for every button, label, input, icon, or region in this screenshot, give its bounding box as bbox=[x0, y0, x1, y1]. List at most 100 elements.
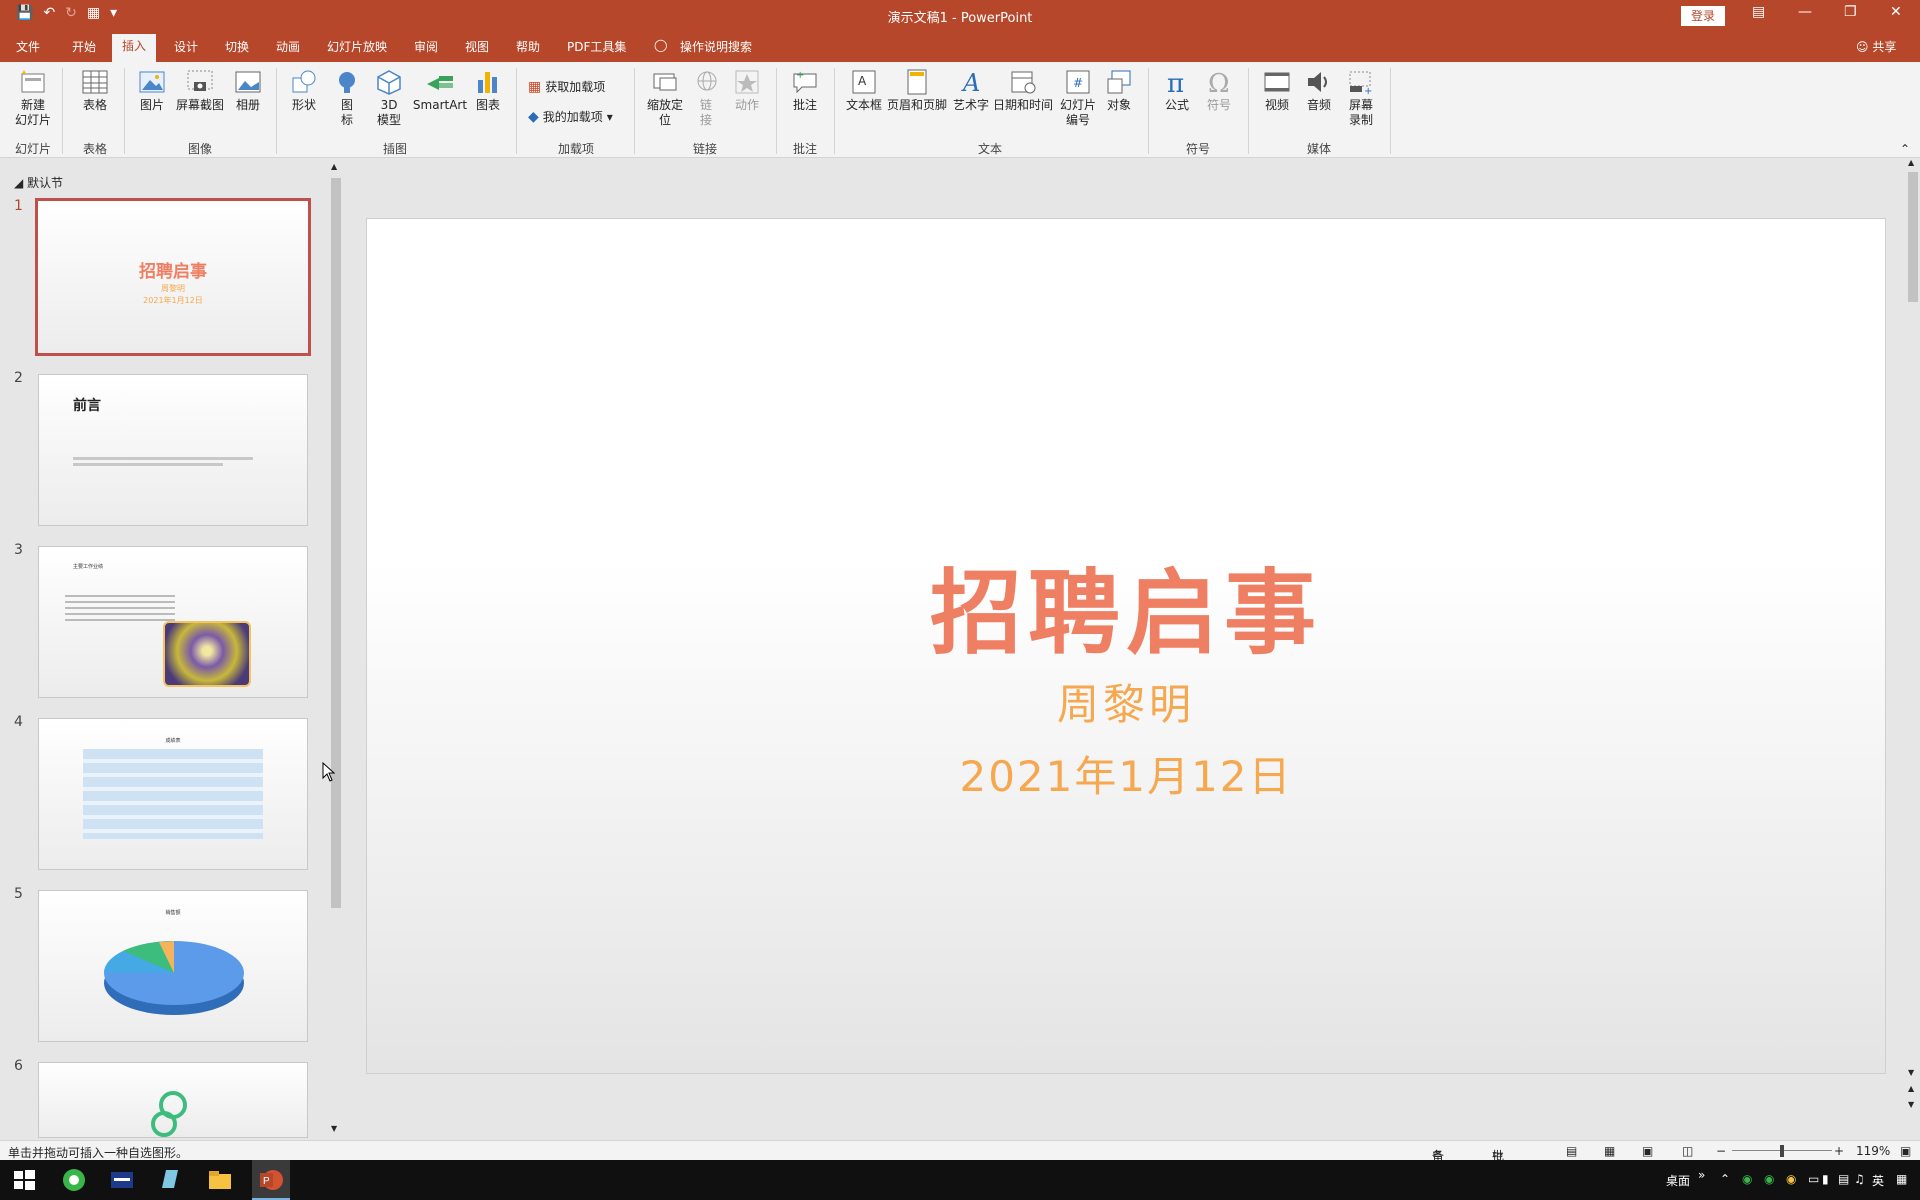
shapes-button[interactable]: 形状 bbox=[286, 68, 322, 113]
slide-thumbnail-5[interactable]: 销售额 bbox=[38, 890, 308, 1042]
fit-slide-icon[interactable]: ▣ bbox=[1900, 1144, 1911, 1158]
slide-thumbnail-4[interactable]: 成绩表 bbox=[38, 718, 308, 870]
equation-button[interactable]: π 公式 bbox=[1160, 68, 1194, 113]
app-icon[interactable] bbox=[108, 1166, 136, 1194]
tray-app-icon[interactable]: ◉ bbox=[1742, 1172, 1752, 1186]
audio-button[interactable]: 音频 bbox=[1302, 68, 1336, 113]
volume-icon[interactable]: ♫ bbox=[1854, 1172, 1865, 1186]
link-button[interactable]: 链 接 bbox=[692, 68, 720, 128]
header-footer-button[interactable]: 页眉和页脚 bbox=[886, 68, 948, 113]
tab-pdf-tools[interactable]: PDF工具集 bbox=[567, 38, 626, 55]
notification-icon[interactable]: ▦ bbox=[1896, 1172, 1907, 1186]
album-button[interactable]: 相册 bbox=[230, 68, 266, 113]
svg-text:+: + bbox=[1364, 86, 1372, 96]
tab-help[interactable]: 帮助 bbox=[516, 38, 540, 55]
action-label: 动作 bbox=[734, 98, 759, 112]
slide-thumbnail-2[interactable]: 前言 bbox=[38, 374, 308, 526]
tray-app-icon[interactable]: ◉ bbox=[1786, 1172, 1796, 1186]
datetime-button[interactable]: 日期和时间 bbox=[992, 68, 1054, 113]
zoom-out-icon[interactable]: − bbox=[1716, 1144, 1726, 1158]
tray-battery-icon[interactable]: ▭ bbox=[1808, 1172, 1819, 1186]
tray-app-icon[interactable]: ◉ bbox=[1764, 1172, 1774, 1186]
object-button[interactable]: 对象 bbox=[1102, 68, 1136, 113]
scrollbar-thumb[interactable] bbox=[1908, 172, 1918, 302]
symbol-button[interactable]: Ω 符号 bbox=[1202, 68, 1236, 113]
tab-slideshow[interactable]: 幻灯片放映 bbox=[327, 38, 387, 55]
chevron-down-icon: ▾ bbox=[606, 109, 613, 124]
video-button[interactable]: 视频 bbox=[1260, 68, 1294, 113]
slide-thumbnail-3[interactable]: 主要工作业绩 bbox=[38, 546, 308, 698]
login-button[interactable]: 登录 bbox=[1681, 6, 1725, 26]
previous-slide-icon[interactable]: ▲ bbox=[1908, 1084, 1914, 1093]
tray-chevron-up-icon[interactable]: ⌃ bbox=[1720, 1172, 1730, 1186]
ime-indicator[interactable]: 英 bbox=[1872, 1172, 1884, 1189]
current-slide[interactable]: 招聘启事 周黎明 2021年1月12日 bbox=[366, 218, 1886, 1074]
notepad-icon[interactable] bbox=[156, 1166, 184, 1194]
slide-date[interactable]: 2021年1月12日 bbox=[367, 743, 1885, 804]
taskbar-active-app[interactable]: P bbox=[252, 1160, 290, 1200]
slide-thumbnail-1[interactable]: 招聘启事 周黎明 2021年1月12日 bbox=[35, 198, 311, 356]
reading-view-icon[interactable]: ▣ bbox=[1642, 1144, 1653, 1158]
tab-view[interactable]: 视图 bbox=[465, 38, 489, 55]
scroll-up-icon[interactable]: ▲ bbox=[1908, 158, 1914, 167]
scroll-down-icon[interactable]: ▼ bbox=[1908, 1068, 1914, 1077]
my-addins-button[interactable]: ◆ 我的加载项 ▾ bbox=[528, 108, 613, 125]
smartart-button[interactable]: SmartArt bbox=[412, 68, 468, 113]
chart-button[interactable]: 图表 bbox=[472, 68, 504, 113]
windows-start-icon[interactable] bbox=[10, 1166, 38, 1194]
slide-sorter-icon[interactable]: ▦ bbox=[1604, 1144, 1615, 1158]
tell-me-search[interactable]: 操作说明搜索 bbox=[680, 38, 752, 55]
tab-design[interactable]: 设计 bbox=[174, 38, 198, 55]
normal-view-icon[interactable]: ▤ bbox=[1566, 1144, 1577, 1158]
zoom-in-icon[interactable]: + bbox=[1834, 1144, 1844, 1158]
desktop-label[interactable]: 桌面 bbox=[1666, 1172, 1690, 1189]
collapse-ribbon-icon[interactable]: ⌃ bbox=[1900, 142, 1910, 156]
get-addins-button[interactable]: ▦ 获取加载项 bbox=[528, 78, 605, 95]
scroll-up-icon[interactable]: ▲ bbox=[331, 162, 337, 171]
share-button[interactable]: ☺ 共享 bbox=[1856, 38, 1896, 55]
group-separator bbox=[124, 68, 125, 154]
network-icon[interactable]: ▤ bbox=[1838, 1172, 1849, 1186]
slideshow-icon[interactable]: ◫ bbox=[1682, 1144, 1693, 1158]
table-button[interactable]: 表格 bbox=[72, 68, 118, 113]
scroll-down-icon[interactable]: ▼ bbox=[331, 1124, 337, 1133]
thumbnail-scrollbar[interactable]: ▲ ▼ bbox=[329, 162, 343, 1137]
toolbar-expand-icon[interactable]: » bbox=[1698, 1168, 1705, 1182]
zoom-slider-thumb[interactable] bbox=[1780, 1145, 1784, 1157]
tab-transitions[interactable]: 切换 bbox=[225, 38, 249, 55]
section-header[interactable]: ◢ 默认节 bbox=[14, 174, 63, 191]
slide-thumbnail-6[interactable] bbox=[38, 1062, 308, 1138]
tab-insert[interactable]: 插入 bbox=[112, 34, 157, 62]
action-button[interactable]: 动作 bbox=[728, 68, 766, 113]
editor-scrollbar[interactable]: ▲ ▼ ▲ ▼ bbox=[1906, 158, 1920, 1140]
zoom-level[interactable]: 119% bbox=[1856, 1144, 1890, 1158]
screen-record-button[interactable]: + 屏幕 录制 bbox=[1344, 68, 1378, 128]
ribbon-display-icon[interactable]: ▤ bbox=[1752, 4, 1765, 20]
picture-button[interactable]: 图片 bbox=[134, 68, 170, 113]
tab-review[interactable]: 审阅 bbox=[414, 38, 438, 55]
picture-icon bbox=[139, 71, 165, 93]
comment-button[interactable]: + 批注 bbox=[786, 68, 824, 113]
wordart-button[interactable]: A 艺术字 bbox=[952, 68, 990, 113]
restore-icon[interactable]: ❐ bbox=[1844, 4, 1857, 20]
minimize-icon[interactable]: — bbox=[1798, 4, 1812, 20]
3d-models-button[interactable]: 3D 模型 bbox=[370, 68, 408, 128]
tab-home[interactable]: 开始 bbox=[72, 38, 96, 55]
slide-number-button[interactable]: # 幻灯片 编号 bbox=[1058, 68, 1098, 128]
browser-icon[interactable] bbox=[60, 1166, 88, 1194]
next-slide-icon[interactable]: ▼ bbox=[1908, 1100, 1914, 1109]
tab-animations[interactable]: 动画 bbox=[276, 38, 300, 55]
slide-subtitle[interactable]: 周黎明 bbox=[367, 671, 1885, 732]
textbox-button[interactable]: A 文本框 bbox=[844, 68, 884, 113]
scrollbar-thumb[interactable] bbox=[331, 178, 341, 908]
slide-title[interactable]: 招聘启事 bbox=[367, 539, 1885, 672]
tab-file[interactable]: 文件 bbox=[16, 38, 40, 55]
zoom-button[interactable]: 缩放定 位 bbox=[644, 68, 686, 128]
icons-button[interactable]: 图 标 bbox=[332, 68, 362, 128]
file-explorer-icon[interactable] bbox=[206, 1166, 234, 1194]
datetime-label: 日期和时间 bbox=[992, 98, 1053, 112]
screenshot-button[interactable]: 屏幕截图 bbox=[174, 68, 226, 113]
new-slide-button[interactable]: 新建 幻灯片 bbox=[8, 68, 58, 128]
close-icon[interactable]: ✕ bbox=[1890, 4, 1902, 20]
microphone-icon[interactable]: ▮ bbox=[1822, 1172, 1829, 1186]
